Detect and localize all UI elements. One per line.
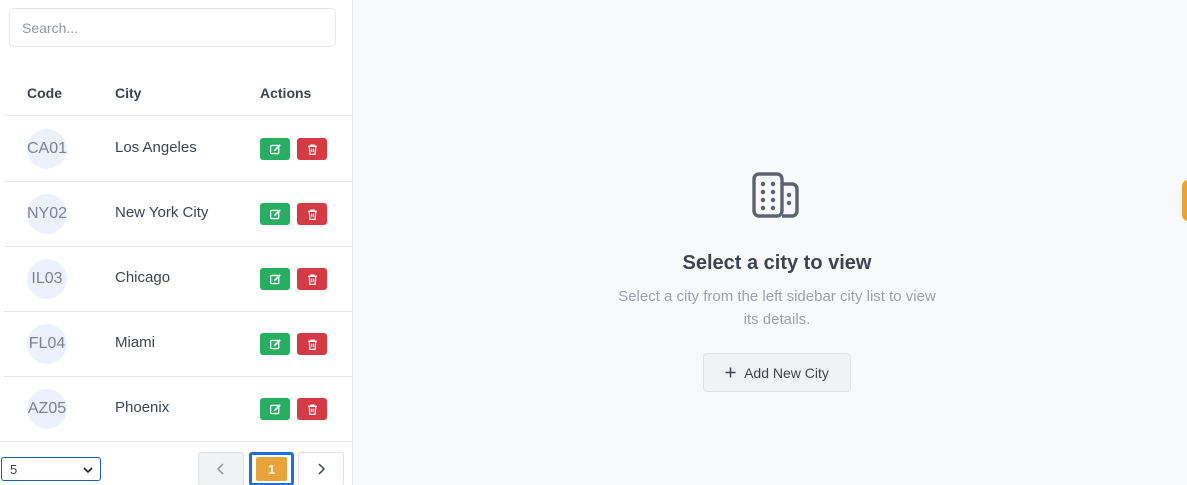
table-row[interactable]: NY02 New York City <box>4 182 352 247</box>
chevron-left-icon <box>216 463 224 475</box>
delete-button[interactable] <box>297 138 327 160</box>
delete-button[interactable] <box>297 203 327 225</box>
trash-icon <box>307 143 317 155</box>
city-name: Miami <box>115 334 155 351</box>
edit-icon <box>269 208 281 219</box>
edit-button[interactable] <box>260 333 290 355</box>
edit-icon <box>269 403 281 414</box>
next-page-button[interactable] <box>298 452 344 485</box>
column-header-code: Code <box>27 85 62 101</box>
chevron-right-icon <box>318 463 326 475</box>
trash-icon <box>307 338 317 350</box>
table-row[interactable]: FL04 Miami <box>4 312 352 377</box>
city-detail-panel: Select a city to view Select a city from… <box>353 0 1187 485</box>
table-header: Code City Actions <box>4 68 352 116</box>
city-code: CA01 <box>26 140 68 157</box>
table-row[interactable]: AZ05 Phoenix <box>4 377 352 442</box>
current-page-number: 1 <box>256 457 287 481</box>
city-name: Phoenix <box>115 399 170 416</box>
page-size-value: 5 <box>10 461 18 477</box>
edit-button[interactable] <box>260 398 290 420</box>
city-code: NY02 <box>26 205 68 222</box>
side-panel-tab[interactable] <box>1182 180 1187 221</box>
add-new-city-button[interactable]: Add New City <box>703 353 851 392</box>
chevron-down-icon <box>83 467 93 474</box>
delete-button[interactable] <box>297 398 327 420</box>
delete-button[interactable] <box>297 333 327 355</box>
edit-icon <box>269 273 281 284</box>
empty-state-title: Select a city to view <box>682 252 872 274</box>
previous-page-button[interactable] <box>198 452 244 485</box>
trash-icon <box>307 273 317 285</box>
city-code: FL04 <box>28 335 66 352</box>
edit-button[interactable] <box>260 268 290 290</box>
page-1-button[interactable]: 1 <box>249 452 294 485</box>
delete-button[interactable] <box>297 268 327 290</box>
edit-button[interactable] <box>260 203 290 225</box>
edit-icon <box>269 143 281 154</box>
edit-button[interactable] <box>260 138 290 160</box>
table-row[interactable]: CA01 Los Angeles <box>4 117 352 182</box>
city-name: Los Angeles <box>115 139 197 156</box>
city-code: IL03 <box>31 270 63 287</box>
table-row[interactable]: IL03 Chicago <box>4 247 352 312</box>
trash-icon <box>307 208 317 220</box>
plus-icon <box>725 367 736 378</box>
city-code: AZ05 <box>27 400 67 417</box>
search-box <box>9 8 336 47</box>
page-size-select[interactable]: 5 <box>1 457 101 481</box>
search-input[interactable] <box>9 8 336 47</box>
column-header-actions: Actions <box>260 85 312 101</box>
edit-icon <box>269 338 281 349</box>
city-name: Chicago <box>115 269 171 286</box>
add-new-city-label: Add New City <box>744 364 829 381</box>
city-name: New York City <box>115 204 209 221</box>
city-table-body: CA01 Los Angeles NY02 New York City IL03… <box>4 117 352 442</box>
empty-state-subtitle: Select a city from the left sidebar city… <box>618 288 936 328</box>
building-icon <box>752 172 799 218</box>
trash-icon <box>307 403 317 415</box>
city-sidebar: Code City Actions CA01 Los Angeles NY02 … <box>0 0 353 485</box>
pagination-bar: 5 1 <box>0 441 352 485</box>
column-header-city: City <box>115 85 142 101</box>
